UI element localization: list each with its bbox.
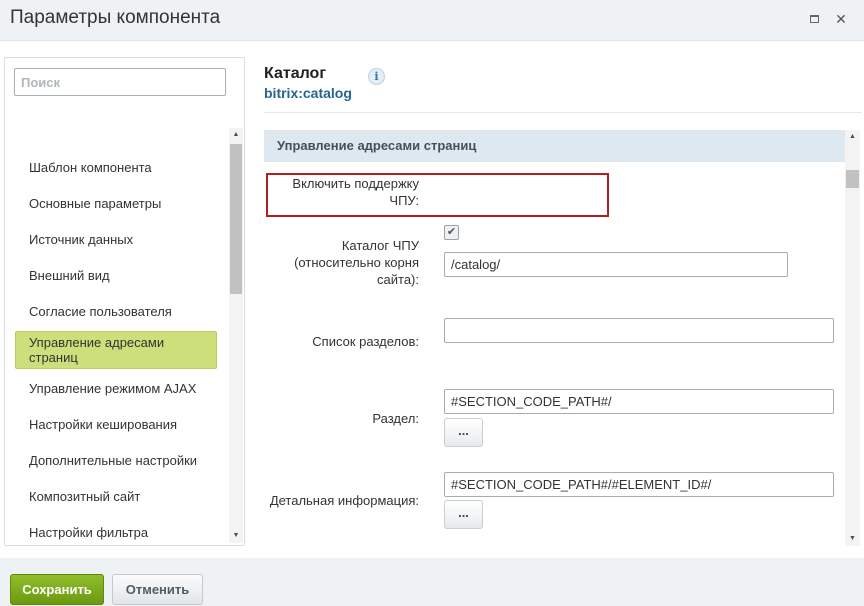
sidebar-item-caching[interactable]: Настройки кеширования xyxy=(15,417,217,432)
scroll-up-icon[interactable]: ▲ xyxy=(845,130,860,144)
sidebar-nav: Шаблон компонента Основные параметры Ист… xyxy=(5,128,229,543)
sidebar-item-data-source[interactable]: Источник данных xyxy=(15,232,217,247)
info-icon[interactable]: i xyxy=(368,68,385,85)
window-titlebar: Параметры компонента ✕ xyxy=(0,0,864,40)
sef-folder-label: Каталог ЧПУ (относительно корня сайта): xyxy=(294,238,419,287)
sidebar-scrollbar[interactable]: ▲ ▼ xyxy=(229,128,243,543)
sections-list-label: Список разделов: xyxy=(312,334,419,349)
component-name: Каталог xyxy=(264,65,326,82)
scrollbar-thumb[interactable] xyxy=(230,144,242,294)
cancel-button[interactable]: Отменить xyxy=(112,574,203,605)
sef-enable-checkbox[interactable]: ✔ xyxy=(444,225,459,240)
detail-label: Детальная информация: xyxy=(269,493,419,508)
parameters-panel: Управление адресами страниц Включить под… xyxy=(264,130,845,548)
component-header: Каталог bitrix:catalog xyxy=(264,65,352,101)
sidebar-item-additional[interactable]: Дополнительные настройки xyxy=(15,453,217,468)
section-url-input[interactable] xyxy=(444,389,834,414)
sidebar-item-template[interactable]: Шаблон компонента xyxy=(15,160,217,175)
scroll-down-icon[interactable]: ▼ xyxy=(845,532,860,546)
dialog-footer: Сохранить Отменить xyxy=(0,558,864,606)
sidebar-item-filter[interactable]: Настройки фильтра xyxy=(15,525,217,540)
section-title: Управление адресами страниц xyxy=(264,130,845,162)
section-label: Раздел: xyxy=(372,411,419,426)
close-icon[interactable]: ✕ xyxy=(834,12,848,26)
sidebar-item-main-params[interactable]: Основные параметры xyxy=(15,196,217,211)
scroll-up-icon[interactable]: ▲ xyxy=(229,128,243,142)
sidebar-item-appearance[interactable]: Внешний вид xyxy=(15,268,217,283)
scrollbar-thumb[interactable] xyxy=(846,170,859,188)
sidebar-item-composite[interactable]: Композитный сайт xyxy=(15,489,217,504)
sef-folder-input[interactable] xyxy=(444,252,788,277)
content-scrollbar[interactable]: ▲ ▼ xyxy=(845,130,860,546)
window-title: Параметры компонента xyxy=(10,7,221,28)
sidebar-item-ajax-mode[interactable]: Управление режимом AJAX xyxy=(15,381,217,396)
search-input[interactable] xyxy=(14,68,226,96)
sections-list-input[interactable] xyxy=(444,318,834,343)
dialog-body: Шаблон компонента Основные параметры Ист… xyxy=(0,40,864,558)
scroll-down-icon[interactable]: ▼ xyxy=(229,529,243,543)
save-button[interactable]: Сохранить xyxy=(10,574,104,605)
sidebar-item-url-management[interactable]: Управление адресами страниц xyxy=(15,331,217,369)
sidebar: Шаблон компонента Основные параметры Ист… xyxy=(4,57,245,546)
detail-browse-button[interactable]: ... xyxy=(444,500,483,529)
sef-enable-label: Включить поддержку ЧПУ: xyxy=(292,176,419,208)
detail-url-input[interactable] xyxy=(444,472,834,497)
component-code: bitrix:catalog xyxy=(264,85,352,101)
sidebar-item-user-consent[interactable]: Согласие пользователя xyxy=(15,304,217,319)
section-browse-button[interactable]: ... xyxy=(444,418,483,447)
maximize-icon[interactable] xyxy=(807,12,821,26)
header-divider xyxy=(264,112,862,113)
